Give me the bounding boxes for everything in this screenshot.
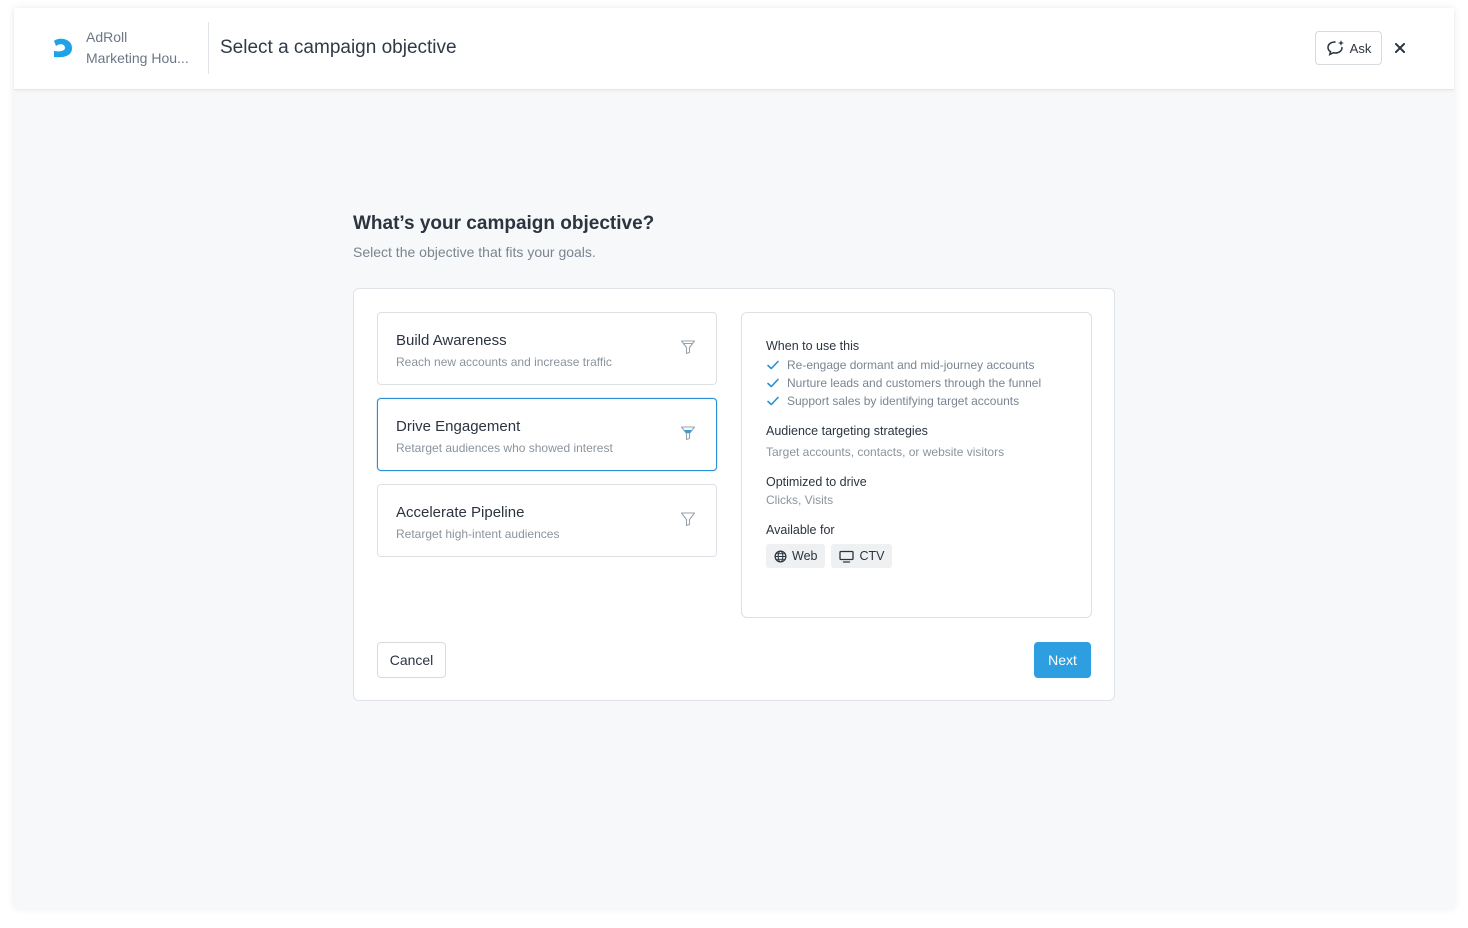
monitor-icon bbox=[839, 550, 855, 563]
optimized-text: Clicks, Visits bbox=[766, 493, 834, 507]
channel-chip-web: Web bbox=[766, 544, 826, 568]
chat-sparkle-icon bbox=[1326, 40, 1344, 56]
when-to-use-list: Re-engage dormant and mid-journey accoun… bbox=[766, 356, 1091, 410]
next-button[interactable]: Next bbox=[1034, 642, 1091, 678]
option-accelerate-pipeline[interactable]: Accelerate Pipeline Retarget high-intent… bbox=[377, 484, 717, 557]
list-item: Nurture leads and customers through the … bbox=[766, 374, 1091, 392]
org-name: Marketing Hou... bbox=[86, 50, 189, 66]
channel-chip-label: CTV bbox=[859, 549, 885, 563]
option-title: Accelerate Pipeline bbox=[396, 504, 525, 521]
available-label: Available for bbox=[766, 523, 835, 537]
globe-icon bbox=[774, 550, 787, 562]
objective-panel: Build Awareness Reach new accounts and i… bbox=[353, 288, 1115, 701]
list-item-text: Nurture leads and customers through the … bbox=[787, 376, 1042, 390]
adroll-logo-icon bbox=[54, 38, 72, 58]
check-icon bbox=[767, 378, 779, 388]
option-description: Reach new accounts and increase traffic bbox=[396, 355, 612, 369]
option-description: Retarget audiences who showed interest bbox=[396, 441, 613, 455]
strategies-label: Audience targeting strategies bbox=[766, 424, 928, 438]
header-divider bbox=[208, 22, 209, 74]
list-item-text: Re-engage dormant and mid-journey accoun… bbox=[787, 358, 1035, 372]
ask-button[interactable]: Ask bbox=[1315, 31, 1382, 65]
strategies-text: Target accounts, contacts, or website vi… bbox=[766, 445, 1005, 459]
funnel-icon bbox=[680, 512, 696, 527]
close-button[interactable] bbox=[1392, 38, 1408, 58]
check-icon bbox=[767, 396, 779, 406]
top-header: AdRoll Marketing Hou... Select a campaig… bbox=[14, 8, 1454, 90]
channel-chip-ctv: CTV bbox=[831, 544, 893, 568]
option-title: Build Awareness bbox=[396, 332, 507, 349]
org-switcher[interactable]: AdRoll Marketing Hou... bbox=[86, 27, 202, 69]
channel-chip-label: Web bbox=[792, 549, 818, 563]
option-build-awareness[interactable]: Build Awareness Reach new accounts and i… bbox=[377, 312, 717, 385]
when-to-use-label: When to use this bbox=[766, 339, 860, 353]
list-item-text: Support sales by identifying target acco… bbox=[787, 394, 1020, 408]
list-item: Support sales by identifying target acco… bbox=[766, 392, 1091, 410]
close-icon bbox=[1395, 43, 1405, 53]
optimized-label: Optimized to drive bbox=[766, 475, 867, 489]
app-window: AdRoll Marketing Hou... Select a campaig… bbox=[14, 8, 1454, 908]
option-drive-engagement[interactable]: Drive Engagement Retarget audiences who … bbox=[377, 398, 717, 471]
brand-name: AdRoll bbox=[86, 29, 128, 45]
channel-chips: Web CTV bbox=[766, 544, 1091, 568]
ask-button-label: Ask bbox=[1349, 40, 1372, 56]
funnel-icon bbox=[680, 340, 696, 355]
objective-heading: What’s your campaign objective? bbox=[353, 213, 655, 234]
funnel-icon bbox=[680, 426, 696, 441]
objective-subheading: Select the objective that fits your goal… bbox=[353, 244, 596, 260]
option-description: Retarget high-intent audiences bbox=[396, 527, 560, 541]
option-title: Drive Engagement bbox=[396, 418, 521, 435]
check-icon bbox=[767, 360, 779, 370]
page-title: Select a campaign objective bbox=[220, 37, 457, 58]
list-item: Re-engage dormant and mid-journey accoun… bbox=[766, 356, 1091, 374]
cancel-button[interactable]: Cancel bbox=[377, 642, 446, 678]
objective-details: When to use this Re-engage dormant and m… bbox=[741, 312, 1092, 618]
